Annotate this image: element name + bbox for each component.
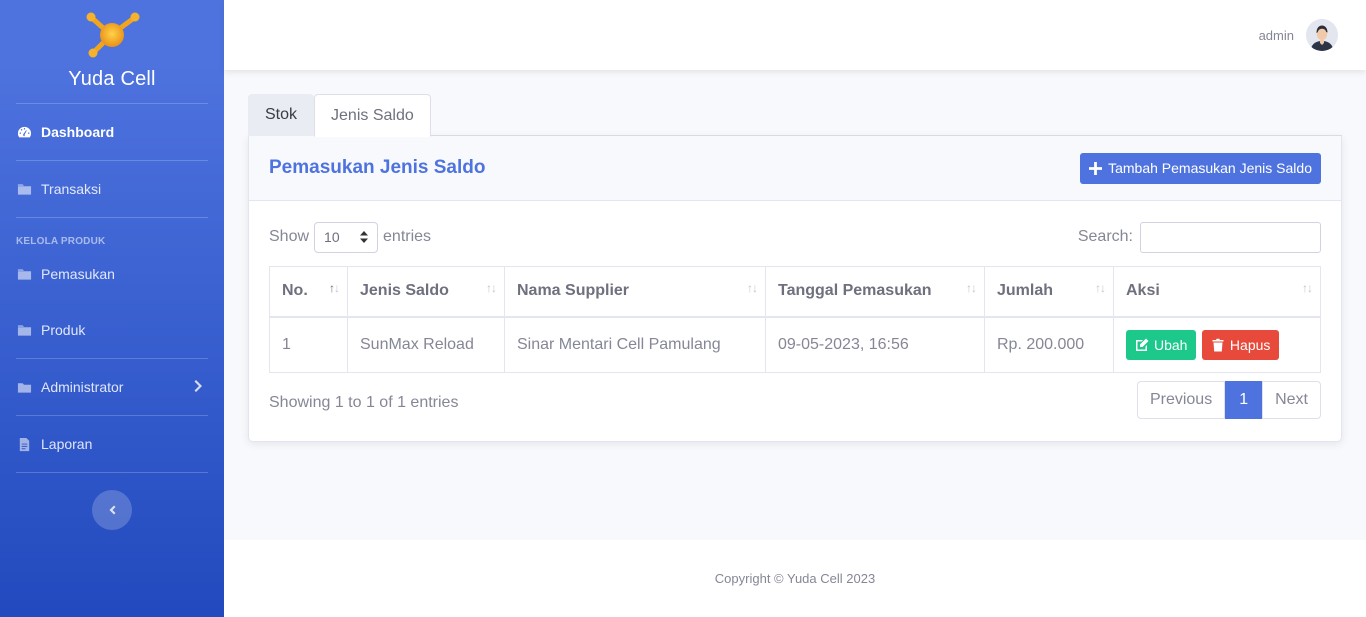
- column-header-nama-supplier[interactable]: Nama Supplier ↑↓: [504, 266, 766, 318]
- sidebar-item-transaksi[interactable]: Transaksi: [0, 161, 224, 217]
- tab-bar: Stok Jenis Saldo: [248, 94, 1342, 137]
- cell-no: 1: [269, 316, 348, 373]
- trash-icon: [1212, 338, 1224, 352]
- folder-icon: [16, 379, 32, 395]
- column-header-label: Jumlah: [997, 282, 1054, 300]
- sidebar-divider: [16, 472, 208, 473]
- column-header-no[interactable]: No. ↑↓: [269, 266, 348, 318]
- user-name: admin: [1258, 27, 1294, 43]
- chevron-right-icon: [194, 379, 206, 393]
- sort-icon: ↑↓: [329, 281, 340, 295]
- card-title: Pemasukan Jenis Saldo: [269, 157, 486, 178]
- column-header-label: Tanggal Pemasukan: [778, 282, 932, 300]
- sort-icon: ↑↓: [1095, 281, 1106, 295]
- file-icon: [16, 436, 32, 452]
- tab-jenis-saldo[interactable]: Jenis Saldo: [314, 94, 431, 137]
- length-control: Show 10 entries: [269, 221, 432, 253]
- sidebar: Yuda Cell Dashboard Transaksi KELOLA PRO…: [0, 0, 224, 617]
- cell-jumlah: Rp. 200.000: [984, 316, 1114, 373]
- sort-icon: ↑↓: [486, 281, 497, 295]
- datatable-controls: Show 10 entries Search:: [269, 221, 1321, 253]
- card-header: Pemasukan Jenis Saldo Tambah Pemasukan J…: [249, 136, 1341, 201]
- sidebar-item-pemasukan[interactable]: Pemasukan: [0, 246, 224, 302]
- add-pemasukan-label: Tambah Pemasukan Jenis Saldo: [1108, 160, 1312, 176]
- sidebar-item-label: Dashboard: [41, 124, 115, 140]
- avatar: [1306, 19, 1338, 51]
- brand[interactable]: Yuda Cell: [0, 0, 224, 103]
- sidebar-item-produk[interactable]: Produk: [0, 302, 224, 358]
- folder-icon: [16, 266, 32, 282]
- sidebar-toggle-button[interactable]: [92, 490, 132, 530]
- table-row: 1 SunMax Reload Sinar Mentari Cell Pamul…: [269, 316, 1321, 373]
- main-content: Stok Jenis Saldo Pemasukan Jenis Saldo T…: [248, 94, 1342, 442]
- page-length-value: 10: [324, 229, 340, 245]
- card: Pemasukan Jenis Saldo Tambah Pemasukan J…: [248, 136, 1342, 442]
- sidebar-item-dashboard[interactable]: Dashboard: [0, 104, 224, 160]
- edit-icon: [1136, 338, 1149, 351]
- column-header-label: Aksi: [1126, 282, 1160, 300]
- search-label: Search:: [1077, 228, 1133, 245]
- show-label: Show: [269, 228, 310, 245]
- column-header-label: Jenis Saldo: [360, 282, 449, 300]
- folder-icon: [16, 322, 32, 338]
- pagination-previous[interactable]: Previous: [1136, 381, 1226, 419]
- sidebar-item-laporan[interactable]: Laporan: [0, 416, 224, 472]
- data-table: No. ↑↓ Jenis Saldo ↑↓ Nama Supplier ↑↓ T…: [269, 266, 1321, 373]
- sidebar-item-label: Pemasukan: [41, 266, 115, 282]
- brand-logo-icon: [86, 12, 140, 58]
- plus-icon: [1089, 161, 1103, 175]
- search-input[interactable]: [1140, 221, 1321, 253]
- sidebar-item-label: Produk: [41, 322, 86, 338]
- chevron-left-icon: [109, 505, 116, 515]
- copyright-text: Copyright © Yuda Cell 2023: [714, 571, 876, 586]
- table-header-row: No. ↑↓ Jenis Saldo ↑↓ Nama Supplier ↑↓ T…: [269, 266, 1321, 318]
- sort-icon: ↑↓: [747, 281, 758, 295]
- edit-label: Ubah: [1154, 336, 1188, 353]
- column-header-label: No.: [282, 282, 308, 300]
- column-header-aksi[interactable]: Aksi ↑↓: [1113, 266, 1321, 318]
- footer: Copyright © Yuda Cell 2023: [224, 540, 1366, 617]
- sidebar-item-label: Administrator: [41, 379, 124, 395]
- pagination: Previous 1 Next: [1136, 381, 1321, 419]
- sidebar-item-label: Laporan: [41, 436, 93, 452]
- folder-icon: [16, 181, 32, 197]
- topbar: admin: [224, 0, 1366, 70]
- column-header-jumlah[interactable]: Jumlah ↑↓: [984, 266, 1114, 318]
- delete-button[interactable]: Hapus: [1201, 329, 1280, 360]
- edit-button[interactable]: Ubah: [1126, 329, 1197, 360]
- cell-tanggal-pemasukan: 09-05-2023, 16:56: [765, 316, 985, 373]
- entries-label: entries: [383, 228, 432, 245]
- tab-stok[interactable]: Stok: [248, 94, 315, 136]
- sidebar-item-label: Transaksi: [41, 181, 102, 197]
- sort-arrows-icon: [360, 231, 369, 243]
- pagination-next[interactable]: Next: [1262, 381, 1321, 419]
- column-header-label: Nama Supplier: [517, 282, 630, 300]
- column-header-jenis-saldo[interactable]: Jenis Saldo ↑↓: [347, 266, 505, 318]
- sort-icon: ↑↓: [1302, 281, 1313, 295]
- datatable-footer: Showing 1 to 1 of 1 entries Previous 1 N…: [269, 381, 1321, 419]
- add-pemasukan-button[interactable]: Tambah Pemasukan Jenis Saldo: [1080, 152, 1321, 184]
- sort-icon: ↑↓: [966, 281, 977, 295]
- page-length-select[interactable]: 10: [314, 221, 379, 253]
- sidebar-item-administrator[interactable]: Administrator: [0, 359, 224, 415]
- search-control: Search:: [1077, 221, 1321, 253]
- card-body: Show 10 entries Search: No. ↑↓ Jenis Sal…: [249, 201, 1341, 441]
- delete-label: Hapus: [1229, 336, 1271, 353]
- brand-name: Yuda Cell: [68, 68, 156, 90]
- tachometer-icon: [16, 124, 32, 140]
- cell-jenis-saldo: SunMax Reload: [347, 316, 505, 373]
- table-info: Showing 1 to 1 of 1 entries: [269, 394, 459, 411]
- cell-nama-supplier: Sinar Mentari Cell Pamulang: [504, 316, 766, 373]
- pagination-page-1[interactable]: 1: [1225, 381, 1263, 419]
- user-dropdown[interactable]: admin: [1259, 19, 1338, 51]
- column-header-tanggal-pemasukan[interactable]: Tanggal Pemasukan ↑↓: [765, 266, 985, 318]
- cell-aksi: Ubah Hapus: [1113, 316, 1321, 373]
